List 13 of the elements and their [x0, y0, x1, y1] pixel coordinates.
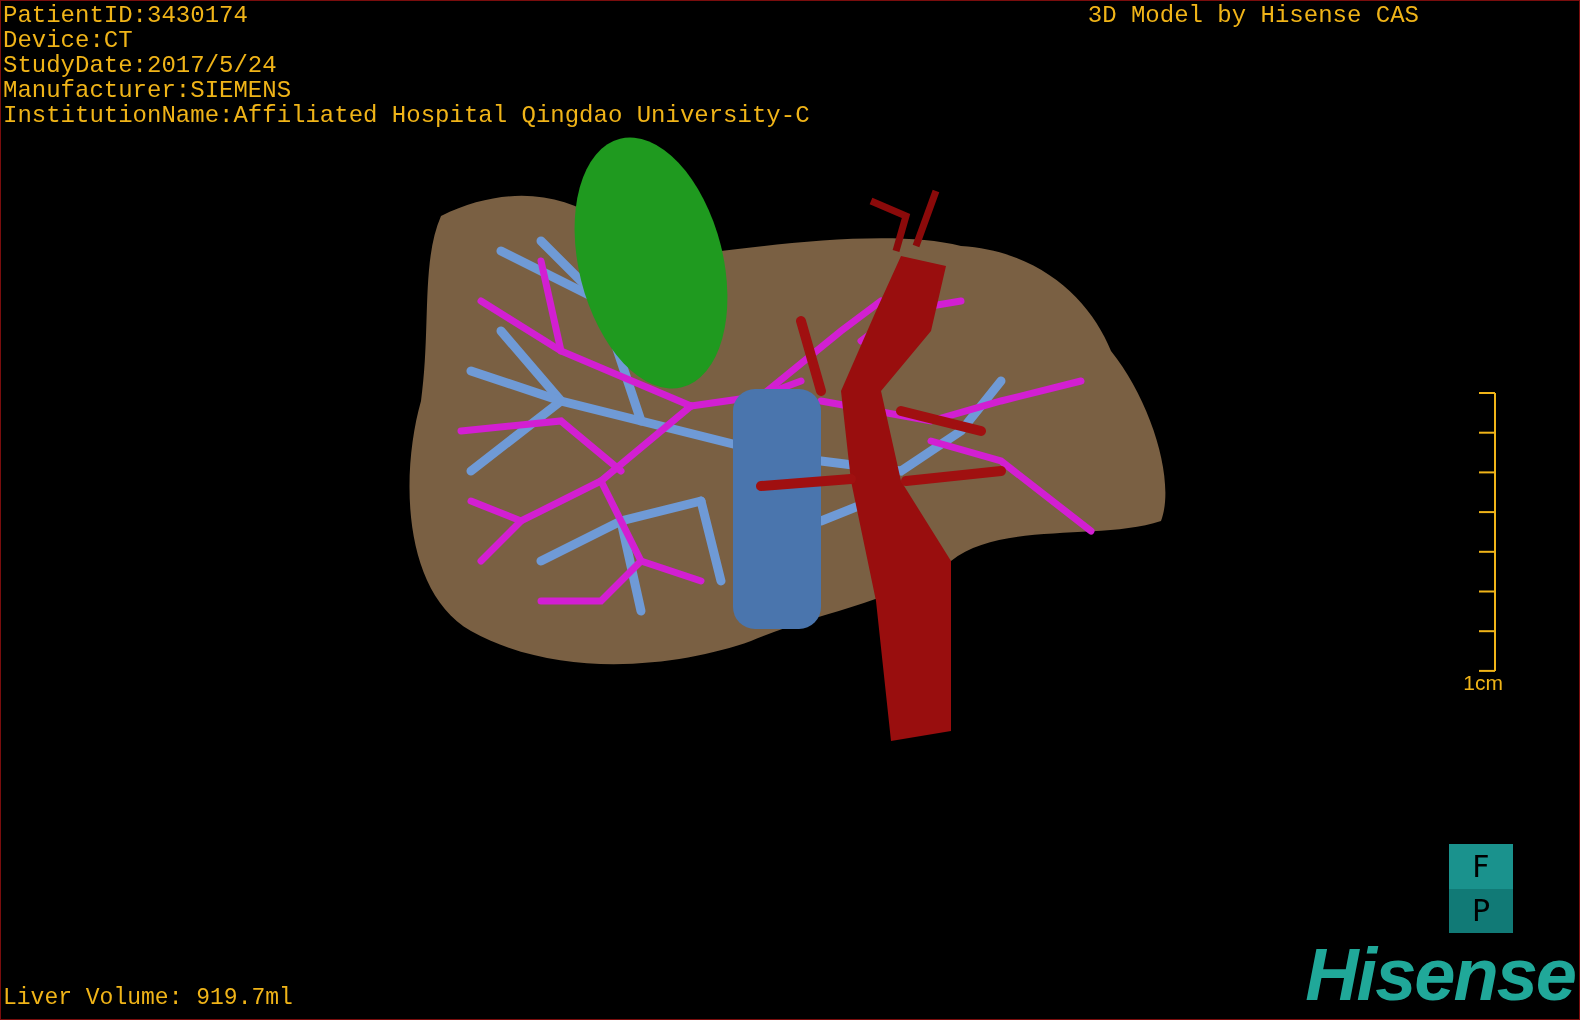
brand-logo: Hisense [1305, 943, 1576, 1018]
cube-face-label: F [1449, 844, 1513, 889]
cube-face-label: P [1449, 888, 1513, 933]
study-info-text: Manufacturer:SIEMENS [3, 78, 293, 103]
liver-volume-text: Liver Volume: 919.7ml [2, 986, 293, 1013]
study-info-text: InstitutionName:Affiliated Hospital Qingdao University-C [3, 103, 810, 128]
scale-bar-icon [1479, 392, 1497, 672]
study-info-text: StudyDate:2017/5/24 [3, 53, 278, 78]
orientation-cube[interactable]: F P [1449, 844, 1513, 933]
study-info-text: PatientID:3430174 [3, 3, 249, 28]
study-info-text: Device:CT [3, 28, 134, 53]
viewer-title: 3D Model by Hisense CAS [1087, 3, 1419, 31]
scale-label: 1cm [1463, 672, 1503, 694]
